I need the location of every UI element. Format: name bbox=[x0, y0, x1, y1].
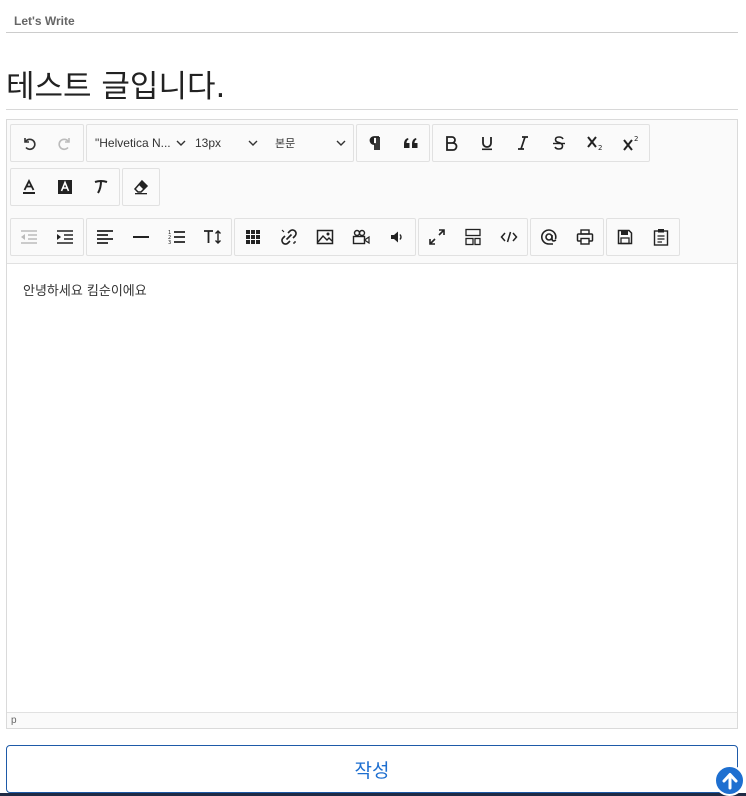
page-label: Let's Write bbox=[14, 14, 75, 28]
output-group bbox=[530, 218, 604, 256]
font-size-value: 13px bbox=[195, 136, 222, 150]
paragraph-icon[interactable] bbox=[357, 125, 393, 161]
show-blocks-icon[interactable] bbox=[455, 219, 491, 255]
fullscreen-icon[interactable] bbox=[419, 219, 455, 255]
align-icon[interactable] bbox=[87, 219, 123, 255]
text-style-icon[interactable] bbox=[83, 169, 119, 205]
chevron-down-icon bbox=[176, 140, 186, 146]
indent-icon[interactable] bbox=[47, 219, 83, 255]
remove-format-group bbox=[122, 168, 160, 206]
body-paragraph: 안녕하세요 킴순이에요 bbox=[23, 284, 147, 299]
redo-icon[interactable] bbox=[47, 125, 83, 161]
save-icon[interactable] bbox=[607, 219, 643, 255]
bold-icon[interactable] bbox=[433, 125, 469, 161]
divider bbox=[6, 32, 738, 33]
element-path: p bbox=[11, 715, 17, 726]
view-group bbox=[418, 218, 528, 256]
table-icon[interactable] bbox=[235, 219, 271, 255]
font-group: "Helvetica N... 13px 본문 bbox=[86, 124, 354, 162]
editor-content[interactable]: 안녕하세요 킴순이에요 bbox=[7, 264, 737, 712]
video-icon[interactable] bbox=[343, 219, 379, 255]
svg-text:3: 3 bbox=[168, 240, 171, 245]
scroll-to-top-button[interactable] bbox=[714, 765, 745, 796]
outdent-icon[interactable] bbox=[11, 219, 47, 255]
svg-text:2: 2 bbox=[634, 135, 638, 143]
color-group bbox=[10, 168, 120, 206]
undo-icon[interactable] bbox=[11, 125, 47, 161]
format-block-value: 본문 bbox=[275, 137, 296, 150]
insert-group bbox=[234, 218, 416, 256]
subscript-icon[interactable]: 2 bbox=[577, 125, 613, 161]
font-family-select[interactable]: "Helvetica N... bbox=[87, 125, 187, 161]
list-icon[interactable]: 123 bbox=[159, 219, 195, 255]
text-style-group: 2 2 bbox=[432, 124, 650, 162]
strikethrough-icon[interactable] bbox=[541, 125, 577, 161]
template-icon[interactable] bbox=[643, 219, 679, 255]
remove-format-icon[interactable] bbox=[123, 169, 159, 205]
arrow-up-icon bbox=[722, 772, 737, 789]
highlight-color-icon[interactable] bbox=[47, 169, 83, 205]
block-group bbox=[356, 124, 430, 162]
mention-icon[interactable] bbox=[531, 219, 567, 255]
font-family-value: "Helvetica N... bbox=[95, 136, 171, 150]
chevron-down-icon bbox=[336, 140, 346, 146]
blockquote-icon[interactable] bbox=[393, 125, 429, 161]
format-block-select[interactable]: 본문 bbox=[267, 125, 353, 161]
italic-icon[interactable] bbox=[505, 125, 541, 161]
indent-group bbox=[10, 218, 84, 256]
editor-toolbar: "Helvetica N... 13px 본문 2 2 1 2 3 bbox=[7, 120, 737, 264]
link-icon[interactable] bbox=[271, 219, 307, 255]
svg-text:2: 2 bbox=[598, 144, 602, 151]
code-view-icon[interactable] bbox=[491, 219, 527, 255]
chevron-down-icon bbox=[248, 140, 258, 146]
line-height-icon[interactable] bbox=[195, 219, 231, 255]
save-group bbox=[606, 218, 680, 256]
superscript-icon[interactable]: 2 bbox=[613, 125, 649, 161]
horizontal-rule-icon[interactable] bbox=[123, 219, 159, 255]
status-bar: p bbox=[7, 712, 737, 728]
font-size-select[interactable]: 13px bbox=[187, 125, 267, 161]
underline-icon[interactable] bbox=[469, 125, 505, 161]
title-input[interactable] bbox=[6, 58, 738, 110]
audio-icon[interactable] bbox=[379, 219, 415, 255]
rich-text-editor: "Helvetica N... 13px 본문 2 2 1 2 3 안녕하세요 … bbox=[6, 119, 738, 729]
font-color-icon[interactable] bbox=[11, 169, 47, 205]
history-group bbox=[10, 124, 84, 162]
image-icon[interactable] bbox=[307, 219, 343, 255]
print-icon[interactable] bbox=[567, 219, 603, 255]
paragraph-format-group: 123 bbox=[86, 218, 232, 256]
submit-button[interactable]: 작성 bbox=[6, 745, 738, 793]
